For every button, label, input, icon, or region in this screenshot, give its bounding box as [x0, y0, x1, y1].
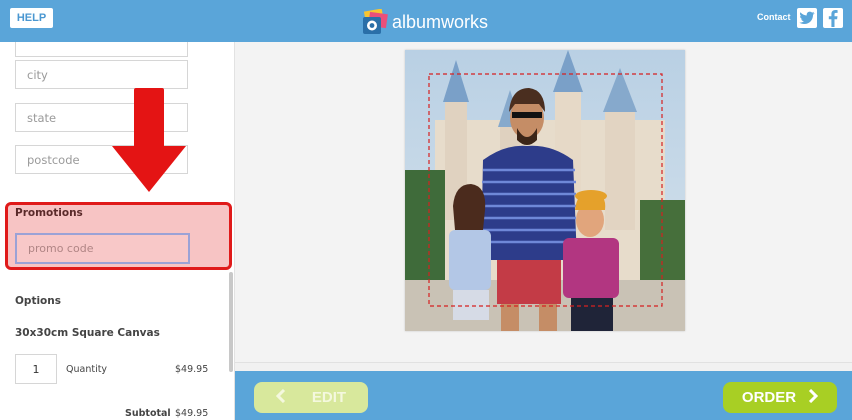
product-name: 30x30cm Square Canvas [15, 327, 160, 339]
subtotal-label: Subtotal [125, 408, 171, 419]
order-button[interactable]: ORDER [723, 382, 837, 413]
chevron-left-icon [275, 388, 286, 407]
order-details-sidebar: city state postcode Promotions promo cod… [0, 42, 235, 420]
unit-price: $49.95 [175, 364, 209, 375]
twitter-icon[interactable] [797, 8, 817, 28]
help-button[interactable]: HELP [10, 8, 53, 28]
edit-button[interactable]: EDIT [254, 382, 368, 413]
subtotal-value: $49.95 [175, 408, 209, 419]
address-line-field[interactable] [15, 42, 188, 57]
promo-code-input[interactable]: promo code [15, 233, 190, 264]
quantity-label: Quantity [66, 364, 108, 375]
chevron-right-icon [808, 388, 819, 407]
facebook-icon[interactable] [823, 8, 843, 28]
logo-text: albumworks [392, 11, 489, 32]
order-button-label: ORDER [741, 389, 797, 406]
red-down-arrow-icon [110, 86, 188, 198]
albumworks-logo-icon [362, 8, 388, 35]
options-heading: Options [15, 295, 61, 307]
canvas-photo-preview [405, 50, 685, 331]
quantity-input[interactable]: 1 [15, 354, 57, 384]
sidebar-scrollbar[interactable] [229, 272, 233, 372]
contact-link[interactable]: Contact [757, 12, 791, 22]
edit-button-label: EDIT [311, 389, 347, 406]
promotions-heading: Promotions [15, 207, 83, 219]
top-header: HELP albumworks Contact [0, 0, 852, 42]
city-field[interactable]: city [15, 60, 188, 89]
albumworks-logo[interactable]: albumworks [362, 7, 488, 37]
